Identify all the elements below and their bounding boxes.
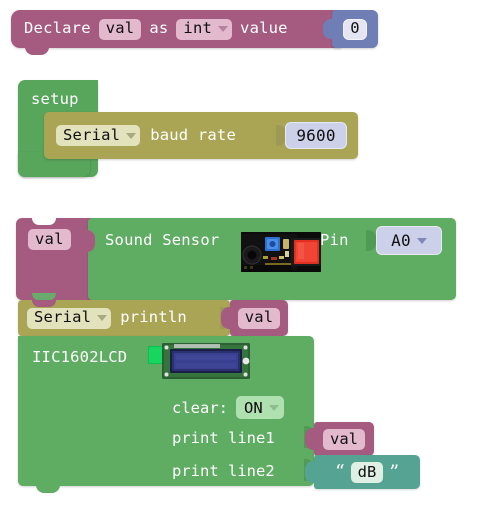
- line1-variable-field[interactable]: val: [323, 428, 365, 450]
- lcd-title-label: IIC1602LCD: [32, 348, 128, 366]
- serial-port-value: Serial: [63, 125, 121, 144]
- chevron-down-icon: [416, 237, 427, 244]
- quote-open-icon: “: [334, 460, 345, 483]
- variable-get-block[interactable]: val: [221, 300, 288, 336]
- pin-value-socket: [366, 230, 376, 251]
- value-plug: [221, 307, 231, 329]
- value-plug: [323, 19, 333, 39]
- variable-assign-block[interactable]: val: [16, 218, 95, 301]
- block-notch-top: [32, 218, 56, 225]
- declare-keyword-label: Declare: [24, 19, 91, 38]
- declare-variable-block[interactable]: Declare val as int value: [11, 10, 343, 55]
- value-plug: [305, 461, 315, 483]
- lcd-clear-label: clear:: [172, 398, 228, 417]
- sound-sensor-image: [241, 232, 321, 272]
- sound-sensor-block[interactable]: Sound Sensor Pin A0: [88, 218, 456, 300]
- lcd-clear-row: clear: ON: [172, 396, 284, 419]
- lcd-clear-value: ON: [244, 398, 263, 417]
- sound-sensor-photo: [241, 232, 321, 272]
- declare-variable-name-field[interactable]: val: [98, 18, 142, 40]
- declare-type-dropdown[interactable]: int: [176, 18, 233, 40]
- declare-as-label: as: [149, 19, 169, 38]
- println-port-value: Serial: [34, 308, 92, 327]
- blockly-workspace[interactable]: Declare val as int value 0 setup Serial …: [0, 0, 500, 511]
- pin-label: Pin: [320, 231, 349, 249]
- lcd-line2-label: print line2: [172, 462, 275, 480]
- number-value-block[interactable]: 0: [323, 10, 378, 48]
- declare-value-label: value: [240, 19, 288, 38]
- block-notch-bottom: [36, 485, 60, 493]
- chevron-down-icon: [97, 315, 108, 321]
- line1-variable-block[interactable]: val: [305, 422, 374, 456]
- block-notch-bottom: [25, 47, 49, 55]
- declare-type-value: int: [183, 19, 213, 38]
- value-input-socket: [84, 230, 95, 252]
- lcd-module-image: [148, 343, 250, 379]
- number-field[interactable]: 0: [343, 18, 367, 40]
- serial-begin-block[interactable]: Serial baud rate 9600: [44, 112, 358, 159]
- serial-port-dropdown[interactable]: Serial: [56, 125, 141, 146]
- lcd-line1-row: print line1: [172, 429, 275, 447]
- lcd-line1-label: print line1: [172, 429, 275, 447]
- lcd-line2-row: print line2: [172, 462, 275, 480]
- println-label: println: [120, 308, 187, 327]
- serial-println-block[interactable]: Serial println: [18, 300, 230, 336]
- chevron-down-icon: [268, 404, 279, 411]
- lcd-clear-dropdown[interactable]: ON: [236, 396, 284, 419]
- line2-text-block[interactable]: “ dB ”: [305, 455, 420, 489]
- value-plug: [305, 428, 315, 450]
- variable-name-field[interactable]: val: [237, 307, 281, 329]
- pin-dropdown[interactable]: A0: [376, 226, 442, 255]
- setup-label: setup: [31, 90, 79, 108]
- sound-sensor-label: Sound Sensor: [105, 231, 220, 249]
- chevron-down-icon: [126, 132, 137, 139]
- baud-rate-field[interactable]: 9600: [285, 122, 347, 149]
- block-notch-top: [32, 300, 56, 307]
- pin-value: A0: [391, 230, 411, 250]
- baud-rate-label: baud rate: [150, 125, 236, 144]
- assign-variable-name-field[interactable]: val: [28, 229, 71, 250]
- chevron-down-icon: [218, 26, 229, 32]
- println-port-dropdown[interactable]: Serial: [27, 307, 112, 329]
- quote-close-icon: ”: [389, 460, 400, 483]
- lcd-module-photo: [148, 342, 253, 380]
- line2-text-field[interactable]: dB: [350, 461, 384, 483]
